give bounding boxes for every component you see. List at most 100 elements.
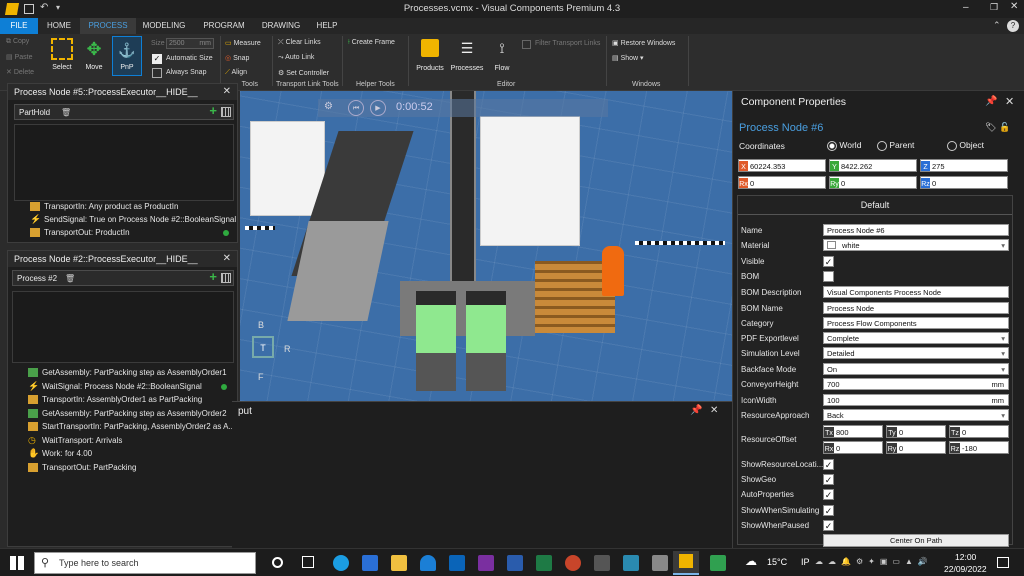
clear-links-button[interactable]: ⤫ Clear Links	[278, 39, 321, 47]
icon-width-field[interactable]: 100 mm	[823, 394, 1009, 406]
align-button[interactable]: ⟋ Align	[225, 69, 247, 77]
processes-button[interactable]: ☰ Processes	[448, 36, 486, 72]
auto-link-button[interactable]: ⤳ Auto Link	[278, 54, 314, 62]
tab-drawing[interactable]: DRAWING	[254, 18, 308, 34]
notification-icon[interactable]	[997, 557, 1009, 568]
tab-file[interactable]: FILE	[0, 18, 38, 34]
z-field[interactable]: Z 275	[920, 159, 1008, 172]
cortana-icon[interactable]	[272, 557, 283, 568]
conveyor-height-field[interactable]: 700 mm	[823, 378, 1009, 390]
offset-rx-field[interactable]: Rx 0	[823, 441, 883, 454]
nav-cube[interactable]: B T R F	[244, 316, 296, 388]
settings-icon[interactable]: ⚙	[324, 101, 333, 112]
always-snap-checkbox[interactable]	[152, 68, 162, 78]
teams-icon[interactable]	[710, 555, 726, 571]
auto-properties-checkbox[interactable]: ✓	[823, 489, 834, 500]
output-close-button[interactable]: ✕	[710, 405, 718, 416]
3d-viewport[interactable]: ⚙ ⏮ ▶ 0:00:52 B T R F	[240, 91, 732, 401]
statement-area-2[interactable]	[12, 291, 234, 363]
simulation-level-dropdown[interactable]: Detailed ▾	[823, 347, 1009, 359]
search-box[interactable]: ⚲ Type here to search	[34, 552, 256, 574]
statement-sendsignal[interactable]: ⚡ SendSignal: True on Process Node #2::Bo…	[30, 215, 236, 225]
tab-home[interactable]: HOME	[38, 18, 80, 34]
onedrive-icon[interactable]	[420, 555, 436, 571]
tray-icons[interactable]: ☁☁🔔⚙✦▣▭▲🔊	[815, 557, 933, 566]
delete-button[interactable]: ✕ Delete	[6, 68, 34, 76]
tab-program[interactable]: PROGRAM	[196, 18, 252, 34]
statement-starttransportin[interactable]: StartTransportIn: PartPacking, AssemblyO…	[28, 422, 235, 431]
onenote-icon[interactable]	[478, 555, 494, 571]
reset-simulation-button[interactable]: ⏮	[348, 100, 364, 116]
flow-button[interactable]: ⟟ Flow	[488, 36, 516, 72]
products-button[interactable]: Products	[413, 36, 447, 72]
create-frame-button[interactable]: ⟊ Create Frame	[348, 39, 395, 47]
pnp-button[interactable]: ⚓ PnP	[112, 36, 142, 76]
delete-process-icon[interactable]: 🗑	[61, 105, 71, 120]
word-icon[interactable]	[507, 555, 523, 571]
panel-2-close-button[interactable]: ✕	[223, 253, 231, 264]
show-dropdown[interactable]: ▤ Show ▾	[612, 54, 644, 62]
help-icon[interactable]: ?	[1007, 20, 1019, 32]
move-button[interactable]: ✥ Move	[80, 36, 108, 71]
collapse-ribbon-icon[interactable]: ⌃	[993, 20, 1001, 31]
statement-getassembly-1[interactable]: GetAssembly: PartPacking step as Assembl…	[28, 368, 227, 377]
statement-grid-icon[interactable]	[221, 273, 231, 283]
panel-1-close-button[interactable]: ✕	[223, 86, 231, 97]
output-pin-icon[interactable]: 📌	[690, 405, 702, 416]
x-field[interactable]: X 60224.353	[738, 159, 826, 172]
ry-field[interactable]: Ry 0	[829, 176, 917, 189]
properties-close-button[interactable]: ✕	[1005, 95, 1014, 108]
rx-field[interactable]: Rx 0	[738, 176, 826, 189]
pdf-exportlevel-dropdown[interactable]: Complete ▾	[823, 332, 1009, 344]
rz-field[interactable]: Rz 0	[920, 176, 1008, 189]
size-input[interactable]: 2500 mm	[166, 38, 214, 49]
statement-waitsignal[interactable]: ⚡ WaitSignal: Process Node #2::BooleanSig…	[28, 382, 202, 392]
restore-button[interactable]: ❐	[990, 2, 998, 13]
statement-getassembly-2[interactable]: GetAssembly: PartPacking step as Assembl…	[28, 409, 227, 418]
backface-mode-dropdown[interactable]: On ▾	[823, 363, 1009, 375]
store-icon[interactable]	[362, 555, 378, 571]
app-icon[interactable]	[623, 555, 639, 571]
process-tab-parthold[interactable]: PartHold 🗑 +	[14, 103, 234, 120]
clock-time[interactable]: 12:00	[955, 552, 976, 562]
y-field[interactable]: Y 8422.262	[829, 159, 917, 172]
offset-tx-field[interactable]: Tx 800	[823, 425, 883, 438]
close-window-button[interactable]: ✕	[1010, 1, 1018, 12]
play-button[interactable]: ▶	[370, 100, 386, 116]
show-when-paused-checkbox[interactable]: ✓	[823, 520, 834, 531]
set-controller-button[interactable]: ⚙ Set Controller	[278, 69, 329, 77]
visual-components-taskbar-button[interactable]	[673, 551, 699, 575]
select-button[interactable]: Select	[46, 36, 78, 71]
language-indicator[interactable]: IP	[801, 557, 810, 567]
task-view-icon[interactable]	[302, 556, 314, 568]
bom-name-field[interactable]: Process Node	[823, 302, 1009, 314]
temperature[interactable]: 15°C	[767, 557, 787, 567]
coord-parent-radio[interactable]: Parent	[877, 140, 914, 151]
add-statement-icon[interactable]: +	[209, 103, 217, 118]
nav-cube-face-bottom[interactable]: F	[258, 372, 264, 382]
statement-waittransport[interactable]: ◷ WaitTransport: Arrivals	[28, 436, 122, 446]
statement-area-1[interactable]	[14, 124, 234, 201]
copy-button[interactable]: ⧉ Copy	[6, 38, 29, 46]
statement-transportin-2[interactable]: TransportIn: AssemblyOrder1 as PartPacki…	[28, 395, 202, 404]
nav-cube-face-top[interactable]: B	[258, 320, 264, 330]
bom-checkbox[interactable]	[823, 271, 834, 282]
outlook-icon[interactable]	[449, 555, 465, 571]
name-field[interactable]: Process Node #6	[823, 224, 1009, 236]
category-field[interactable]: Process Flow Components	[823, 317, 1009, 329]
delete-process-icon[interactable]: 🗑	[65, 271, 75, 286]
offset-ty-field[interactable]: Ty 0	[886, 425, 946, 438]
show-geo-checkbox[interactable]: ✓	[823, 474, 834, 485]
coord-world-radio[interactable]: World	[827, 140, 861, 151]
statement-transportout-1[interactable]: TransportOut: ProductIn	[30, 228, 130, 237]
tab-process[interactable]: PROCESS	[80, 18, 136, 34]
statement-transportout-2[interactable]: TransportOut: PartPacking	[28, 463, 136, 472]
coord-object-radio[interactable]: Object	[947, 140, 984, 151]
add-statement-icon[interactable]: +	[209, 269, 217, 284]
app-icon[interactable]	[594, 555, 610, 571]
calculator-icon[interactable]	[652, 555, 668, 571]
clock-date[interactable]: 22/09/2022	[944, 564, 987, 574]
start-button[interactable]	[10, 556, 24, 570]
snap-button[interactable]: ◎ Snap	[225, 54, 249, 62]
visible-checkbox[interactable]: ✓	[823, 256, 834, 267]
